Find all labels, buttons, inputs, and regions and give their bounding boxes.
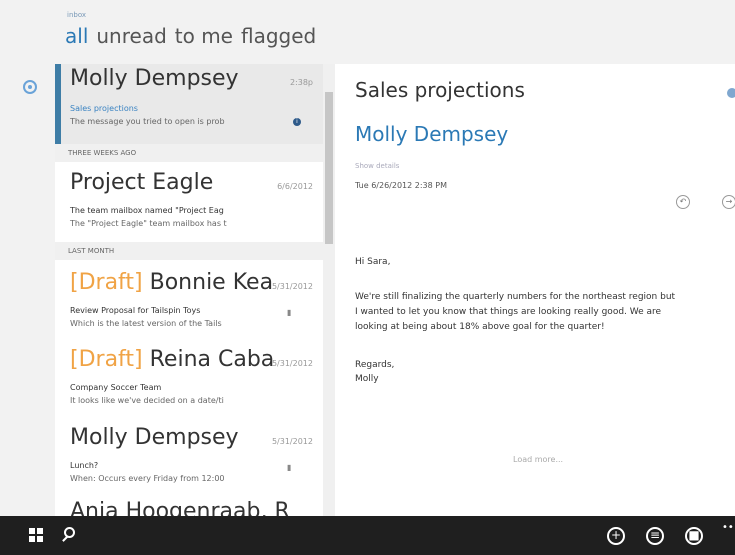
message-sender: [Draft] Reina Caba	[70, 347, 275, 372]
message-item-selected[interactable]: Molly Dempsey 2:38p Sales projections Th…	[55, 64, 323, 146]
pivot-header: inbox all unread to me flagged	[0, 0, 735, 64]
load-more-link[interactable]: Load more...	[513, 455, 563, 464]
pivot-all[interactable]: all	[65, 24, 88, 48]
presence-icon	[727, 88, 735, 98]
message-date: 5/31/2012	[271, 282, 313, 291]
message-date: 5/31/2012	[271, 437, 313, 446]
divider-label: THREE WEEKS AGO	[68, 149, 137, 157]
message-date: 2:38p	[289, 78, 313, 87]
email-date: Tue 6/26/2012 2:38 PM	[355, 181, 448, 190]
message-sender: Anja Hoogenraab, R	[70, 499, 290, 516]
search-icon[interactable]	[64, 527, 75, 538]
message-preview: Which is the latest version of the Tails	[70, 319, 222, 328]
email-body-line: We're still finalizing the quarterly num…	[355, 292, 676, 302]
message-preview: The message you tried to open is prob	[70, 117, 225, 126]
message-sender: Molly Dempsey	[70, 425, 239, 450]
divider-label: LAST MONTH	[68, 247, 115, 255]
more-icon[interactable]: ••	[722, 522, 734, 533]
message-preview: When: Occurs every Friday from 12:00	[70, 474, 225, 483]
show-details-link[interactable]: Show details	[355, 162, 399, 170]
pivot-flagged[interactable]: flagged	[241, 24, 316, 48]
message-preview: It looks like we've decided on a date/ti	[70, 396, 224, 405]
date-divider: THREE WEEKS AGO	[55, 144, 323, 162]
selection-bar	[55, 64, 61, 146]
message-item[interactable]: Anja Hoogenraab, R	[55, 497, 323, 516]
draft-label: [Draft]	[70, 347, 143, 372]
message-subject: Sales projections	[70, 104, 138, 113]
email-body-line: I wanted to let you know that things are…	[355, 307, 662, 317]
message-preview: The "Project Eagle" team mailbox has t	[70, 219, 227, 228]
new-icon[interactable]: +	[607, 527, 625, 545]
email-sender[interactable]: Molly Dempsey	[355, 122, 508, 146]
list-scrollbar[interactable]	[323, 64, 335, 516]
message-date: 5/31/2012	[271, 359, 313, 368]
respond-icon[interactable]: →	[722, 195, 735, 209]
sweep-icon[interactable]: ≡	[646, 527, 664, 545]
message-subject: Company Soccer Team	[70, 383, 162, 392]
pivot-to-me[interactable]: to me	[175, 24, 233, 48]
app-bar: + ≡ ■ ••	[0, 516, 735, 555]
reply-icon[interactable]: ↶	[676, 195, 690, 209]
message-subject: Review Proposal for Tailspin Toys	[70, 306, 201, 315]
message-sender: Project Eagle	[70, 170, 214, 195]
start-icon[interactable]	[29, 528, 43, 542]
reading-pane: Sales projections Molly Dempsey Show det…	[335, 64, 735, 516]
message-list: Molly Dempsey 2:38p Sales projections Th…	[55, 64, 323, 516]
recurring-icon: ▮	[287, 463, 292, 472]
message-date: 6/6/2012	[277, 182, 313, 191]
folder-icon[interactable]	[23, 80, 37, 94]
pivot-unread[interactable]: unread	[96, 24, 166, 48]
folder-rail	[0, 64, 55, 516]
inbox-label: inbox	[67, 11, 87, 19]
email-subject: Sales projections	[355, 78, 525, 102]
attachment-icon: ▮	[287, 308, 292, 317]
message-subject: The team mailbox named "Project Eag	[70, 206, 224, 215]
email-signature: Molly	[355, 374, 379, 384]
folder-move-icon[interactable]: ■	[685, 527, 703, 545]
message-item[interactable]: Molly Dempsey 5/31/2012 Lunch? When: Occ…	[55, 421, 323, 499]
scroll-thumb[interactable]	[325, 92, 333, 244]
date-divider: LAST MONTH	[55, 242, 323, 260]
message-sender: Molly Dempsey	[70, 66, 239, 91]
draft-label: [Draft]	[70, 270, 143, 295]
message-subject: Lunch?	[70, 461, 99, 470]
email-body-line: looking at being about 18% above goal fo…	[355, 322, 605, 332]
message-item[interactable]: [Draft] Reina Caba 5/31/2012 Company Soc…	[55, 341, 323, 421]
email-greeting: Hi Sara,	[355, 257, 391, 267]
info-icon: i	[293, 118, 301, 126]
message-sender: [Draft] Bonnie Kea	[70, 270, 274, 295]
message-item[interactable]: Project Eagle 6/6/2012 The team mailbox …	[55, 162, 323, 242]
message-item[interactable]: [Draft] Bonnie Kea 5/31/2012 Review Prop…	[55, 264, 323, 342]
pivot-bar: all unread to me flagged	[65, 24, 316, 48]
email-signoff: Regards,	[355, 360, 395, 370]
